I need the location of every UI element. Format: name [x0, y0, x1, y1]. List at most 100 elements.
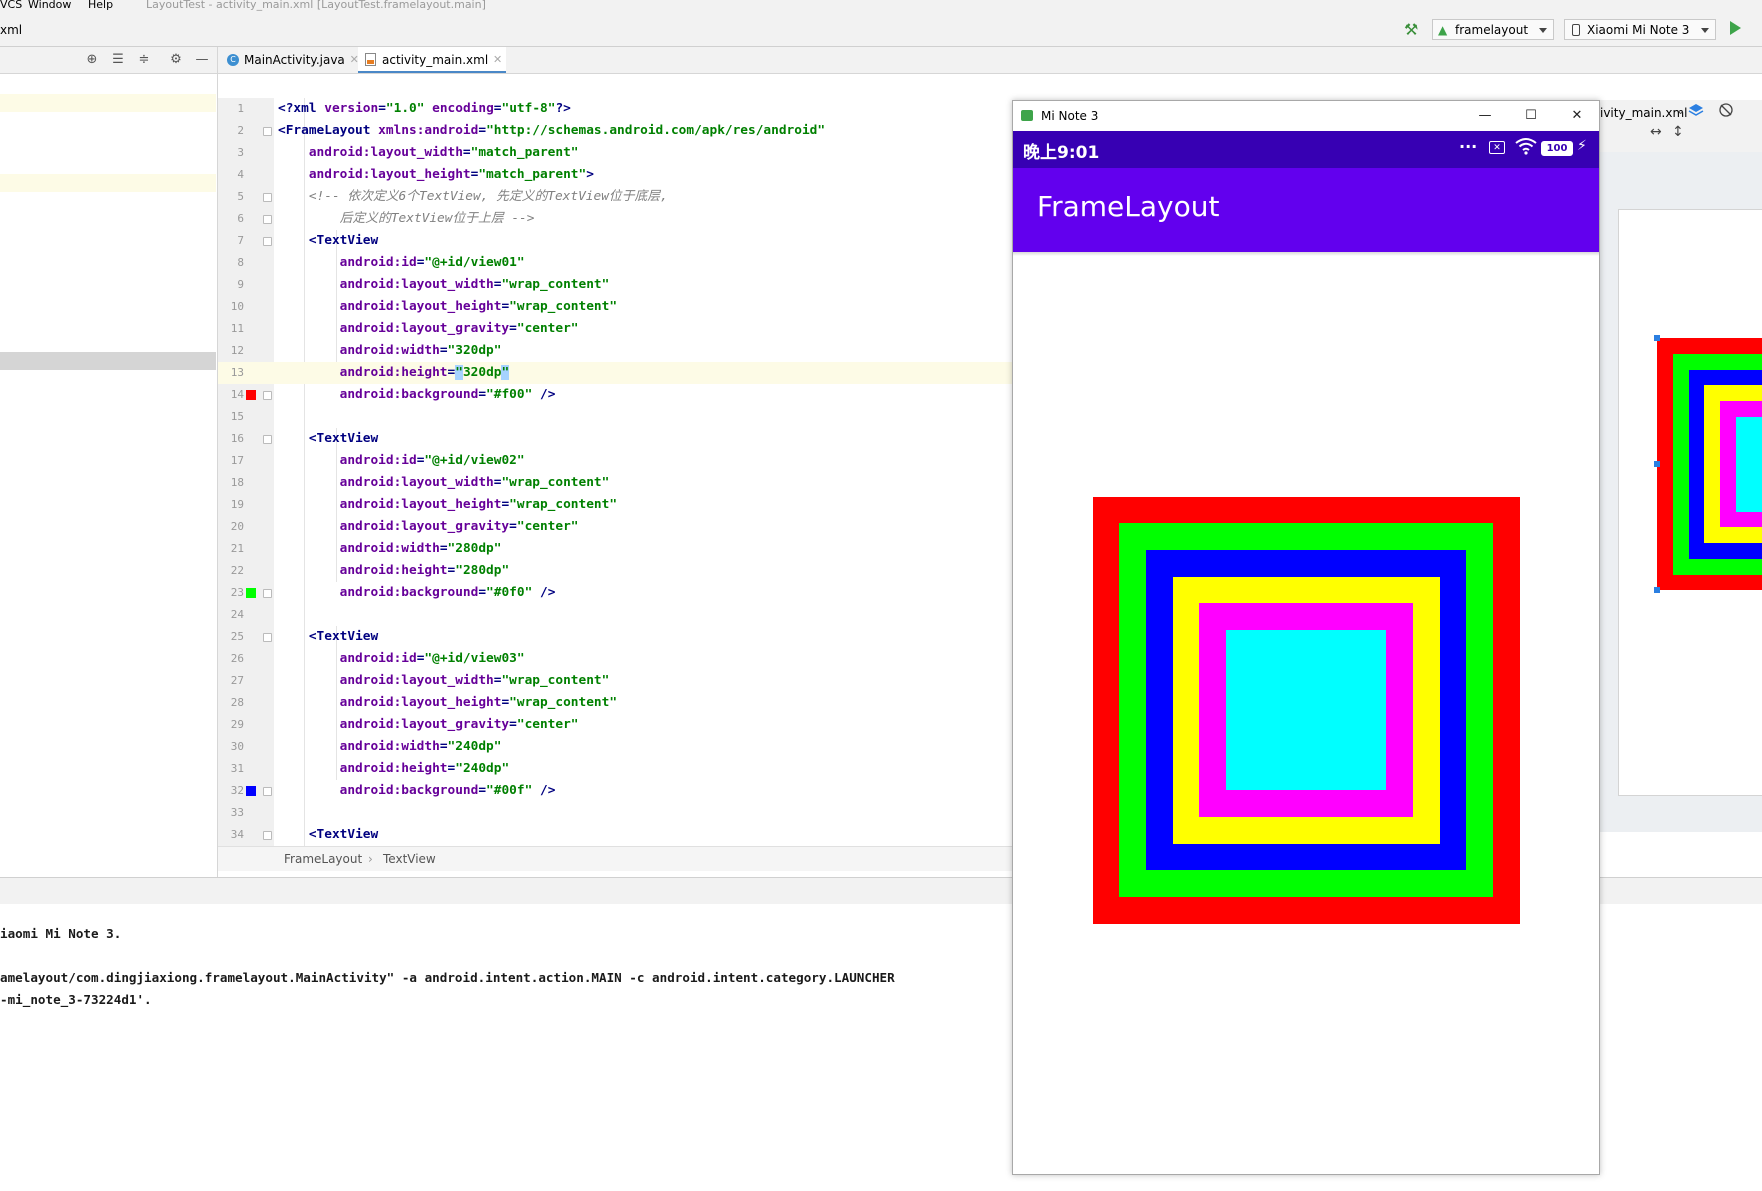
- fold-marker-icon[interactable]: [263, 237, 272, 246]
- code-line[interactable]: [274, 802, 1018, 824]
- design-phone-preview[interactable]: [1618, 209, 1762, 796]
- gutter-line[interactable]: 25: [218, 626, 274, 648]
- run-config-select[interactable]: ▲ framelayout: [1432, 19, 1554, 40]
- gutter-line[interactable]: 9: [218, 274, 274, 296]
- chevron-down-icon[interactable]: ⌄: [1676, 104, 1685, 117]
- code-line[interactable]: android:layout_gravity="center": [274, 714, 1018, 736]
- gutter-line[interactable]: 4: [218, 164, 274, 186]
- code-line[interactable]: android:layout_width="wrap_content": [274, 670, 1018, 692]
- layers-icon[interactable]: [1688, 102, 1704, 118]
- gutter-line[interactable]: 24: [218, 604, 274, 626]
- code-line[interactable]: android:layout_height="wrap_content": [274, 692, 1018, 714]
- breadcrumb-textview[interactable]: TextView: [383, 847, 436, 871]
- gutter-line[interactable]: 17: [218, 450, 274, 472]
- gutter-line[interactable]: 26: [218, 648, 274, 670]
- crosshair-icon[interactable]: ⊕: [85, 53, 99, 67]
- code-line[interactable]: <TextView: [274, 428, 1018, 450]
- code-line[interactable]: android:height="240dp": [274, 758, 1018, 780]
- code-line[interactable]: android:width="320dp": [274, 340, 1018, 362]
- code-line[interactable]: android:height="280dp": [274, 560, 1018, 582]
- selection-handle[interactable]: [1654, 461, 1660, 467]
- project-row-selected[interactable]: [0, 352, 216, 370]
- gutter-line[interactable]: 31: [218, 758, 274, 780]
- project-row-highlight[interactable]: [0, 94, 216, 112]
- code-line[interactable]: android:height="320dp": [274, 362, 1018, 384]
- gutter-line[interactable]: 16: [218, 428, 274, 450]
- color-swatch-icon[interactable]: [246, 786, 256, 796]
- color-swatch-icon[interactable]: [246, 390, 256, 400]
- fold-marker-icon[interactable]: [263, 831, 272, 840]
- gutter-line[interactable]: 27: [218, 670, 274, 692]
- code-line[interactable]: android:layout_gravity="center": [274, 318, 1018, 340]
- code-editor[interactable]: <?xml version="1.0" encoding="utf-8"?> <F…: [274, 98, 1018, 846]
- gutter-line[interactable]: 7: [218, 230, 274, 252]
- code-line[interactable]: android:layout_height="wrap_content": [274, 296, 1018, 318]
- rotate-icon[interactable]: [1718, 102, 1734, 118]
- fold-marker-icon[interactable]: [263, 127, 272, 136]
- fold-marker-icon[interactable]: [263, 787, 272, 796]
- code-line[interactable]: android:background="#00f" />: [274, 780, 1018, 802]
- design-file-select[interactable]: ivity_main.xml: [1600, 106, 1688, 120]
- gutter-line[interactable]: 28: [218, 692, 274, 714]
- minimize-icon[interactable]: —: [1465, 101, 1505, 131]
- code-line[interactable]: android:width="280dp": [274, 538, 1018, 560]
- selection-handle[interactable]: [1654, 587, 1660, 593]
- tab-mainactivity-java[interactable]: C MainActivity.java ✕: [220, 47, 363, 73]
- fold-marker-icon[interactable]: [263, 391, 272, 400]
- code-line[interactable]: [274, 604, 1018, 626]
- close-icon[interactable]: ✕: [493, 47, 502, 73]
- menu-vcs[interactable]: VCS: [0, 0, 22, 11]
- code-line[interactable]: <TextView: [274, 824, 1018, 846]
- code-line[interactable]: 后定义的TextView位于上层 -->: [274, 208, 1018, 230]
- gutter-line[interactable]: 20: [218, 516, 274, 538]
- code-line[interactable]: android:layout_height="wrap_content": [274, 494, 1018, 516]
- selection-handle[interactable]: [1654, 335, 1660, 341]
- maximize-icon[interactable]: ☐: [1511, 101, 1551, 131]
- gutter-line[interactable]: 21: [218, 538, 274, 560]
- code-line[interactable]: [274, 406, 1018, 428]
- gutter-line[interactable]: 19: [218, 494, 274, 516]
- gutter-line[interactable]: 11: [218, 318, 274, 340]
- gutter-line[interactable]: 5: [218, 186, 274, 208]
- design-view-view06[interactable]: [1736, 417, 1762, 512]
- gutter-line[interactable]: 22: [218, 560, 274, 582]
- code-line[interactable]: <TextView: [274, 230, 1018, 252]
- gutter-line[interactable]: 33: [218, 802, 274, 824]
- close-icon[interactable]: ✕: [1557, 101, 1597, 131]
- breadcrumb-framelayout[interactable]: FrameLayout: [284, 847, 362, 871]
- nav-breadcrumb[interactable]: xml: [0, 23, 22, 37]
- code-line[interactable]: android:background="#f00" />: [274, 384, 1018, 406]
- code-line[interactable]: <!-- 依次定义6个TextView, 先定义的TextView位于底层,: [274, 186, 1018, 208]
- gutter-line[interactable]: 15: [218, 406, 274, 428]
- fold-marker-icon[interactable]: [263, 589, 272, 598]
- gutter-line[interactable]: 14: [218, 384, 274, 406]
- menu-help[interactable]: Help: [88, 0, 113, 11]
- line-gutter[interactable]: 1 2 3 4 5 6 7 8 9 10 11 12 13 14 15 16 17 18 19 20 21 22 23 24 2…: [218, 98, 274, 846]
- resize-horizontal-icon[interactable]: ↔: [1650, 124, 1662, 140]
- gutter-line[interactable]: 23: [218, 582, 274, 604]
- gutter-line[interactable]: 10: [218, 296, 274, 318]
- gutter-line[interactable]: 18: [218, 472, 274, 494]
- gutter-line[interactable]: 2: [218, 120, 274, 142]
- code-line[interactable]: android:background="#0f0" />: [274, 582, 1018, 604]
- fold-marker-icon[interactable]: [263, 215, 272, 224]
- expand-all-icon[interactable]: ☰: [111, 53, 125, 67]
- fold-marker-icon[interactable]: [263, 435, 272, 444]
- device-select[interactable]: Xiaomi Mi Note 3: [1564, 19, 1716, 40]
- gutter-line[interactable]: 29: [218, 714, 274, 736]
- code-line[interactable]: <TextView: [274, 626, 1018, 648]
- gutter-line[interactable]: 12: [218, 340, 274, 362]
- color-swatch-icon[interactable]: [246, 588, 256, 598]
- hammer-icon[interactable]: ⚒: [1404, 20, 1418, 39]
- gutter-line[interactable]: 30: [218, 736, 274, 758]
- gutter-line[interactable]: 6: [218, 208, 274, 230]
- gear-icon[interactable]: ⚙: [169, 53, 183, 67]
- code-line[interactable]: android:width="240dp": [274, 736, 1018, 758]
- code-line[interactable]: android:layout_width="match_parent": [274, 142, 1018, 164]
- tab-activity-main-xml[interactable]: activity_main.xml ✕: [358, 47, 507, 73]
- minimize-icon[interactable]: —: [195, 53, 209, 67]
- code-line[interactable]: <?xml version="1.0" encoding="utf-8"?>: [274, 98, 1018, 120]
- resize-vertical-icon[interactable]: ↕: [1672, 124, 1684, 140]
- collapse-all-icon[interactable]: ≑: [137, 53, 151, 67]
- menu-window[interactable]: Window: [28, 0, 71, 11]
